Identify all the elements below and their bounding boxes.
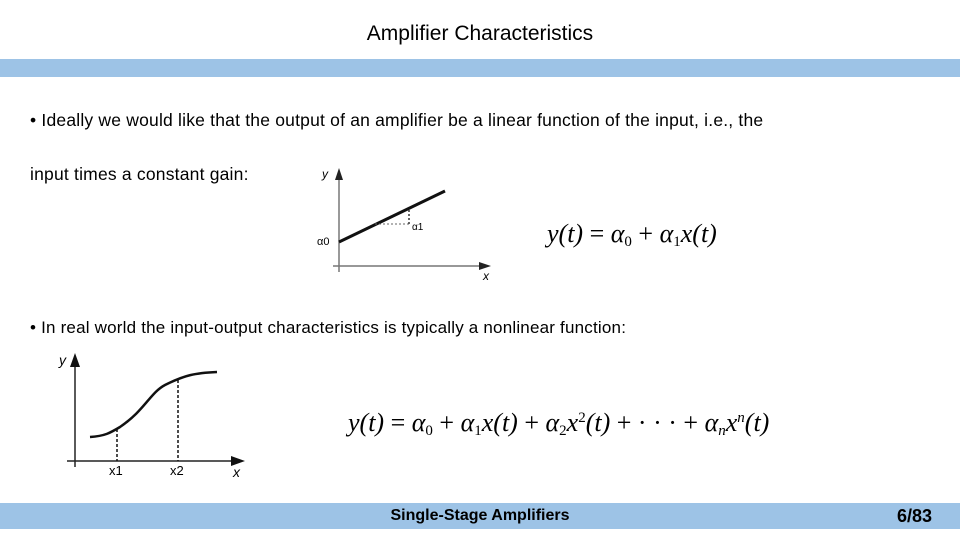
eq-alpha0: α <box>411 408 426 437</box>
eq-x2-t: (t) <box>585 408 611 437</box>
eq-plus: + <box>638 219 654 248</box>
linear-response-line <box>338 189 446 244</box>
x2-label: x2 <box>170 463 184 478</box>
nonlinear-response-curve <box>89 370 218 439</box>
eq-plus: + <box>439 408 455 437</box>
eq-alpha1: α <box>460 408 475 437</box>
x-axis-label: x <box>482 269 490 283</box>
y-axis-label: y <box>58 352 67 368</box>
linear-equation: y(t) = α0 + α1x(t) <box>547 219 717 251</box>
x-axis-label: x <box>232 464 241 480</box>
eq-xn-t: (t) <box>744 408 770 437</box>
eq-alpha1-sub: 1 <box>673 234 681 250</box>
eq-lhs: y(t) <box>348 408 385 437</box>
eq-alphan: α <box>704 408 719 437</box>
nonlinear-characteristic-plot: y x x1 x2 <box>58 352 245 480</box>
y-axis-label: y <box>321 167 329 181</box>
eq-alpha2-sub: 2 <box>559 423 567 439</box>
bullet-real-world: • In real world the input-output charact… <box>30 318 627 337</box>
eq-plus: + <box>524 408 540 437</box>
eq-alpha2: α <box>545 408 560 437</box>
page-number: 6/83 <box>896 506 932 526</box>
eq-ellipsis: + · · · + <box>616 408 699 437</box>
eq-xn-sup: n <box>737 410 745 426</box>
eq-x2-sup: 2 <box>578 410 586 426</box>
footer-title: Single-Stage Amplifiers <box>390 507 570 524</box>
eq-alpha1-sub: 1 <box>474 423 482 439</box>
eq-xn: x <box>725 408 738 437</box>
bullet-ideal-line1: • Ideally we would like that the output … <box>30 110 764 130</box>
eq-alpha0-sub: 0 <box>624 234 632 250</box>
linear-characteristic-plot: y x α0 α1 <box>317 167 491 283</box>
eq-equals: = <box>390 408 406 437</box>
eq-alpha0-sub: 0 <box>425 423 433 439</box>
intercept-label: α0 <box>317 236 329 248</box>
eq-alpha1: α <box>659 219 674 248</box>
nonlinear-equation: y(t) = α0 + α1x(t) + α2x2(t) + · · · + α… <box>348 408 769 440</box>
y-axis-arrow <box>335 168 343 180</box>
eq-equals: = <box>589 219 605 248</box>
bullet-ideal-line2: input times a constant gain: <box>30 164 249 184</box>
title-divider-band <box>0 59 960 77</box>
eq-x2: x <box>566 408 579 437</box>
eq-alphan-sub: n <box>718 423 726 439</box>
eq-alpha0: α <box>610 219 625 248</box>
slide-title: Amplifier Characteristics <box>366 22 594 45</box>
eq-lhs: y(t) <box>547 219 584 248</box>
x1-label: x1 <box>109 463 123 478</box>
y-axis-arrow <box>70 353 80 367</box>
slope-label: α1 <box>412 222 424 233</box>
eq-x1t: x(t) <box>481 408 518 437</box>
eq-xt: x(t) <box>680 219 717 248</box>
